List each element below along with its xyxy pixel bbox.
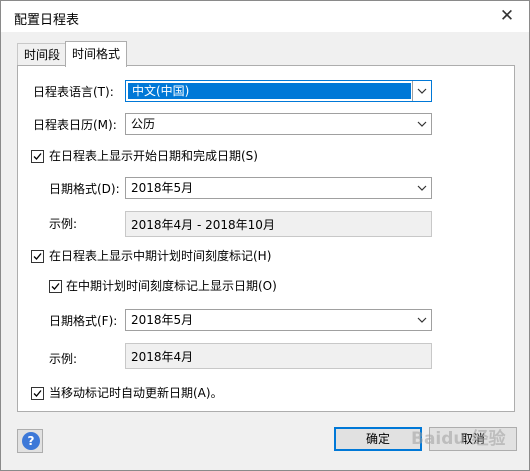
chevron-down-icon[interactable] [413,114,431,134]
tab-time-period[interactable]: 时间段 [17,43,68,66]
date-format-1-label: 日期格式(D): [49,182,120,196]
show-dates-on-ticks-checkbox[interactable] [49,280,62,293]
show-dates-on-ticks-label: 在中期计划时间刻度标记上显示日期(O) [66,279,277,293]
checkmark-icon [33,253,42,260]
tab-label: 时间段 [24,48,61,62]
tab-label: 时间格式 [72,47,121,61]
date-format-2-value: 2018年5月 [131,313,194,327]
example-1-box: 2018年4月 - 2018年10月 [125,211,432,237]
ok-label: 确定 [365,432,390,446]
title-bar: 配置日程表 ✕ [1,1,529,32]
tab-time-format[interactable]: 时间格式 [65,41,128,67]
checkmark-icon [51,283,60,290]
show-midpoint-ticks-checkbox[interactable] [31,250,44,263]
calendar-value: 公历 [131,117,156,131]
example-2-box: 2018年4月 [125,343,432,369]
cancel-button[interactable]: 取消 [429,427,517,451]
dialog-title: 配置日程表 [14,13,80,28]
language-value: 中文(中国) [128,83,411,99]
language-label: 日程表语言(T): [33,85,114,99]
checkmark-icon [33,153,42,160]
close-icon[interactable]: ✕ [497,6,517,26]
date-format-1-value: 2018年5月 [131,181,194,195]
ok-button[interactable]: 确定 [334,427,422,451]
language-select[interactable]: 中文(中国) [125,80,432,102]
example-2-label: 示例: [49,352,78,366]
cancel-label: 取消 [460,432,485,446]
show-dates-checkbox[interactable] [31,150,44,163]
date-format-1-select[interactable]: 2018年5月 [125,177,432,199]
help-icon: ? [22,432,40,450]
chevron-down-icon[interactable] [412,81,431,101]
help-button[interactable]: ? [17,429,43,453]
calendar-label: 日程表日历(M): [33,118,117,132]
example-1-label: 示例: [49,217,78,231]
show-dates-label: 在日程表上显示开始日期和完成日期(S) [49,149,258,163]
auto-update-label: 当移动标记时自动更新日期(A)。 [49,386,223,400]
date-format-2-select[interactable]: 2018年5月 [125,309,432,331]
chevron-down-icon[interactable] [413,310,431,330]
show-midpoint-ticks-label: 在日程表上显示中期计划时间刻度标记(H) [49,249,272,263]
chevron-down-icon[interactable] [413,178,431,198]
date-format-2-label: 日期格式(F): [49,314,118,328]
checkmark-icon [33,390,42,397]
example-1-value: 2018年4月 - 2018年10月 [131,218,275,232]
example-2-value: 2018年4月 [131,350,194,364]
calendar-select[interactable]: 公历 [125,113,432,135]
time-format-panel: 日程表语言(T): 中文(中国) 日程表日历(M): 公历 在日程表上显示开始日… [17,65,515,412]
configure-timeline-dialog: 配置日程表 ✕ 时间段 时间格式 日程表语言(T): 中文(中国) 日程表日历(… [0,0,530,471]
auto-update-checkbox[interactable] [31,387,44,400]
